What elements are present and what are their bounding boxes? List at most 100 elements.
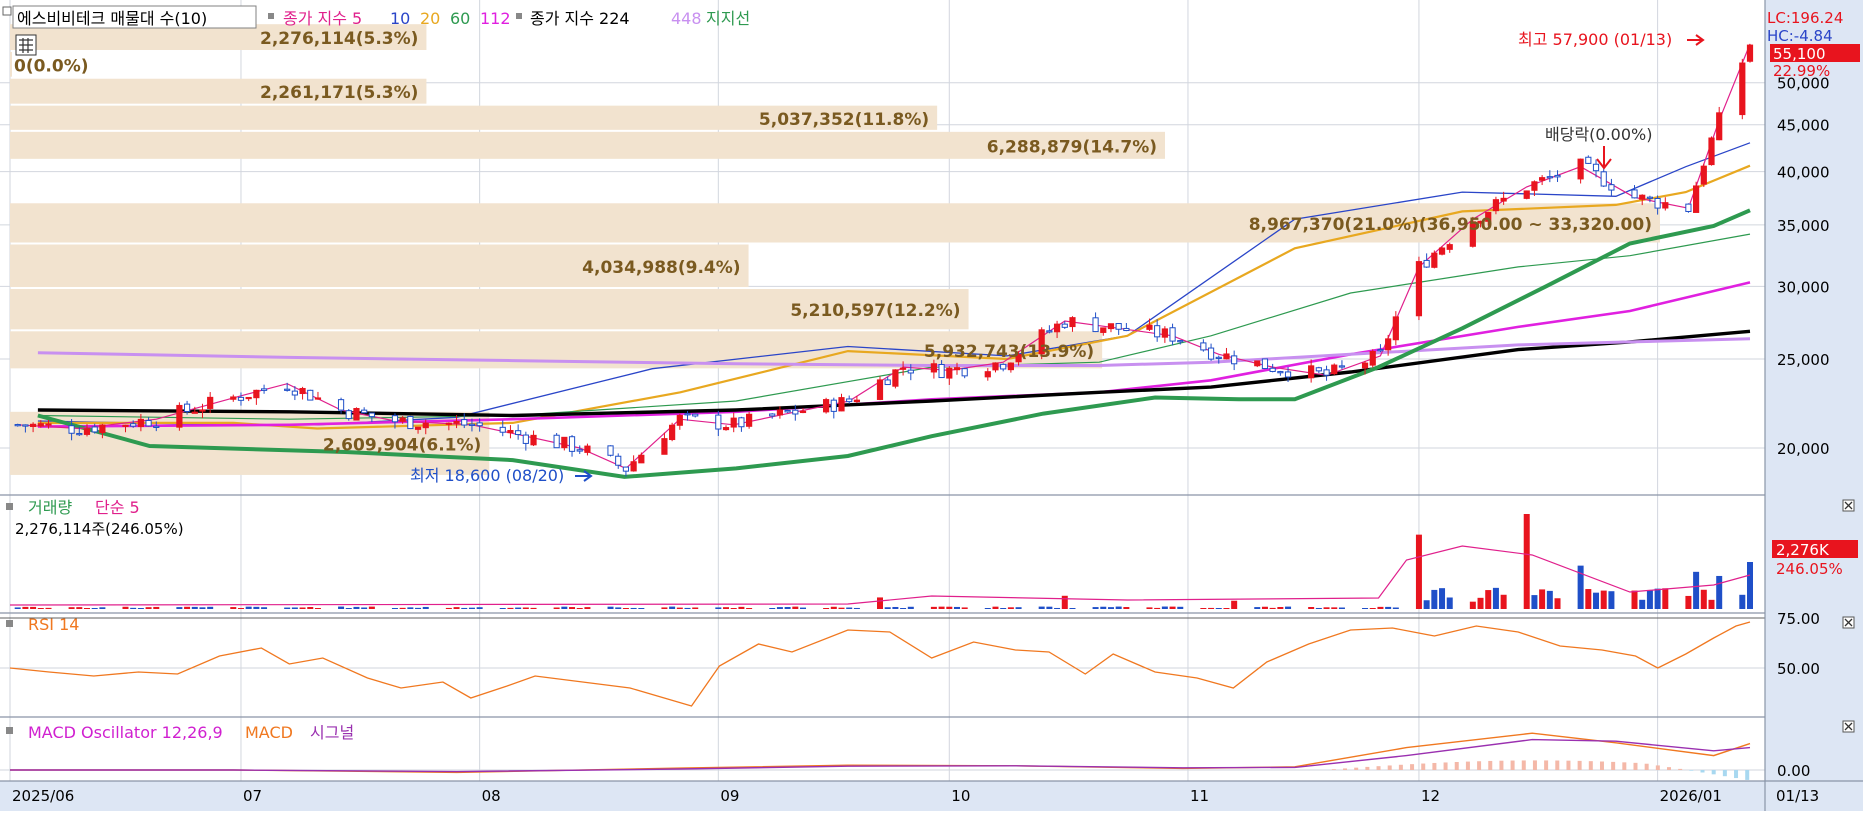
macd-oscillator-bar bbox=[1521, 760, 1526, 770]
volume-bar bbox=[930, 606, 937, 609]
candle-down bbox=[692, 413, 699, 417]
volume-bar bbox=[661, 607, 668, 609]
dividend-annotation: 배당락(0.00%) bbox=[1545, 125, 1652, 144]
candle-down bbox=[1423, 259, 1430, 268]
volume-bar bbox=[853, 607, 860, 609]
candle-up bbox=[892, 369, 899, 387]
macd-oscillator-bar bbox=[1588, 761, 1593, 770]
volume-bar bbox=[153, 606, 160, 609]
volume-bar bbox=[1015, 607, 1022, 609]
volume-bar bbox=[569, 607, 576, 609]
candle-down bbox=[622, 466, 630, 472]
candle-down bbox=[1154, 325, 1161, 338]
volume-bar bbox=[1046, 606, 1053, 609]
close-macd-panel-button[interactable] bbox=[1842, 720, 1855, 733]
macd-oscillator-bar bbox=[1454, 761, 1459, 770]
x-tick-label: 10 bbox=[951, 787, 970, 805]
candle-up bbox=[530, 434, 537, 446]
chart-canvas[interactable]: 2,276,114(5.3%) 0(0.0%) 2,261,171(5.3%) 5,0… bbox=[0, 0, 1863, 811]
candle-up bbox=[1069, 317, 1076, 328]
rsi-tick-label: 50.00 bbox=[1777, 660, 1820, 678]
volume-profile-label: 4,034,988(9.4%) bbox=[582, 258, 740, 278]
candle-up bbox=[83, 428, 91, 435]
volume-profile-label: 5,037,352(11.8%) bbox=[759, 110, 929, 130]
ma60-legend: 60 bbox=[450, 9, 470, 28]
ma10-legend: 10 bbox=[390, 9, 410, 28]
candle-down bbox=[1315, 367, 1322, 372]
volume-bar bbox=[576, 608, 583, 609]
volume-profile-label: 5,210,597(12.2%) bbox=[790, 301, 960, 321]
macd-oscillator-bar bbox=[1734, 770, 1739, 779]
volume-bar bbox=[1161, 606, 1168, 609]
candle-up bbox=[1385, 338, 1392, 351]
volume-bar bbox=[1631, 590, 1638, 609]
volume-bar bbox=[122, 606, 129, 609]
x-tick-label: 08 bbox=[482, 787, 501, 805]
volume-bar bbox=[615, 607, 622, 609]
candle-up bbox=[1431, 252, 1438, 268]
volume-pct-badge: 246.05% bbox=[1776, 560, 1843, 578]
candle-down bbox=[284, 388, 291, 391]
candle-up bbox=[1392, 316, 1399, 341]
volume-bar bbox=[1208, 607, 1215, 609]
candle-down bbox=[830, 399, 837, 412]
candle-up bbox=[45, 423, 52, 426]
macd-oscillator-bar bbox=[1544, 760, 1549, 770]
volume-bar bbox=[299, 607, 306, 609]
table-toggle-button[interactable] bbox=[15, 34, 37, 56]
volume-bar bbox=[938, 606, 945, 609]
volume-bar bbox=[1654, 588, 1661, 609]
candle-down bbox=[1277, 371, 1284, 374]
volume-bar bbox=[1477, 597, 1484, 609]
volume-bar bbox=[1154, 607, 1161, 609]
macd-oscillator-bar bbox=[1566, 760, 1571, 770]
volume-bar bbox=[1585, 589, 1592, 609]
volume-bar bbox=[1492, 587, 1499, 609]
candle-up bbox=[1539, 177, 1546, 181]
volume-bar bbox=[284, 607, 291, 609]
close-volume-panel-button[interactable] bbox=[1842, 499, 1855, 512]
volume-bar bbox=[1662, 588, 1669, 609]
x-tick-label: 2025/06 bbox=[12, 787, 74, 805]
volume-bar bbox=[237, 608, 244, 609]
candle-up bbox=[1331, 364, 1338, 375]
close-rsi-panel-button[interactable] bbox=[1842, 616, 1855, 629]
volume-bar bbox=[1061, 595, 1068, 609]
volume-bar bbox=[684, 607, 691, 609]
volume-bar bbox=[245, 606, 252, 609]
volume-bar bbox=[1608, 591, 1615, 609]
candle-down bbox=[615, 455, 622, 466]
candle-up bbox=[1438, 247, 1446, 255]
candle-up bbox=[122, 424, 129, 427]
x-tick-label: 12 bbox=[1421, 787, 1440, 805]
volume-profile-label: 2,276,114(5.3%) bbox=[260, 29, 418, 49]
x-tick-label: 01/13 bbox=[1776, 787, 1819, 805]
volume-bar bbox=[1385, 606, 1392, 609]
candle-up bbox=[137, 418, 144, 428]
candle-down bbox=[461, 419, 468, 426]
low-annotation: 최저 18,600 (08/20) bbox=[410, 466, 564, 485]
volume-bar bbox=[1215, 608, 1222, 609]
volume-bar bbox=[507, 607, 514, 609]
candle-up bbox=[507, 429, 514, 434]
volume-bar bbox=[461, 607, 468, 609]
volume-bar bbox=[422, 606, 429, 609]
volume-title: 거래량 bbox=[28, 498, 72, 517]
candle-up bbox=[722, 427, 730, 431]
volume-bar bbox=[892, 606, 899, 609]
x-tick-label: 2026/01 bbox=[1660, 787, 1722, 805]
candle-up bbox=[1007, 362, 1014, 371]
candle-down bbox=[476, 422, 483, 427]
macd-oscillator-bar bbox=[1532, 760, 1537, 770]
volume-bar bbox=[1747, 561, 1753, 609]
candle-down bbox=[468, 423, 476, 426]
volume-bar bbox=[1369, 608, 1376, 609]
volume-bar bbox=[91, 608, 98, 609]
candle-up bbox=[823, 399, 830, 413]
volume-bar bbox=[1092, 607, 1099, 609]
candle-down bbox=[576, 449, 583, 452]
signal-label: 시그널 bbox=[310, 723, 354, 742]
volume-bar bbox=[1639, 599, 1646, 609]
volume-badge: 2,276K bbox=[1776, 541, 1830, 559]
volume-bar bbox=[399, 607, 406, 609]
